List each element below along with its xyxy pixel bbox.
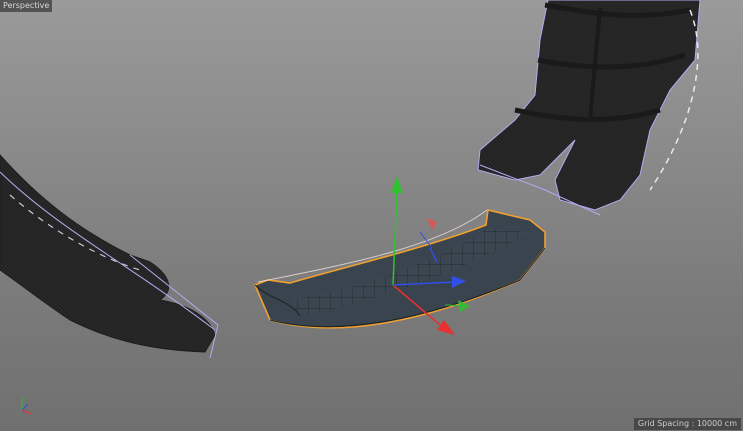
- selected-mesh-object[interactable]: [253, 209, 546, 329]
- world-axis-indicator-icon: [21, 398, 32, 415]
- view-name-label[interactable]: Perspective: [0, 0, 53, 12]
- mesh-object-left[interactable]: [0, 154, 219, 359]
- perspective-viewport[interactable]: Perspective Grid Spacing : 10000 cm: [0, 0, 743, 431]
- grid-spacing-label: Grid Spacing : 10000 cm: [633, 418, 741, 430]
- mesh-object-top-right[interactable]: [477, 0, 701, 216]
- viewport-scene[interactable]: [0, 0, 743, 431]
